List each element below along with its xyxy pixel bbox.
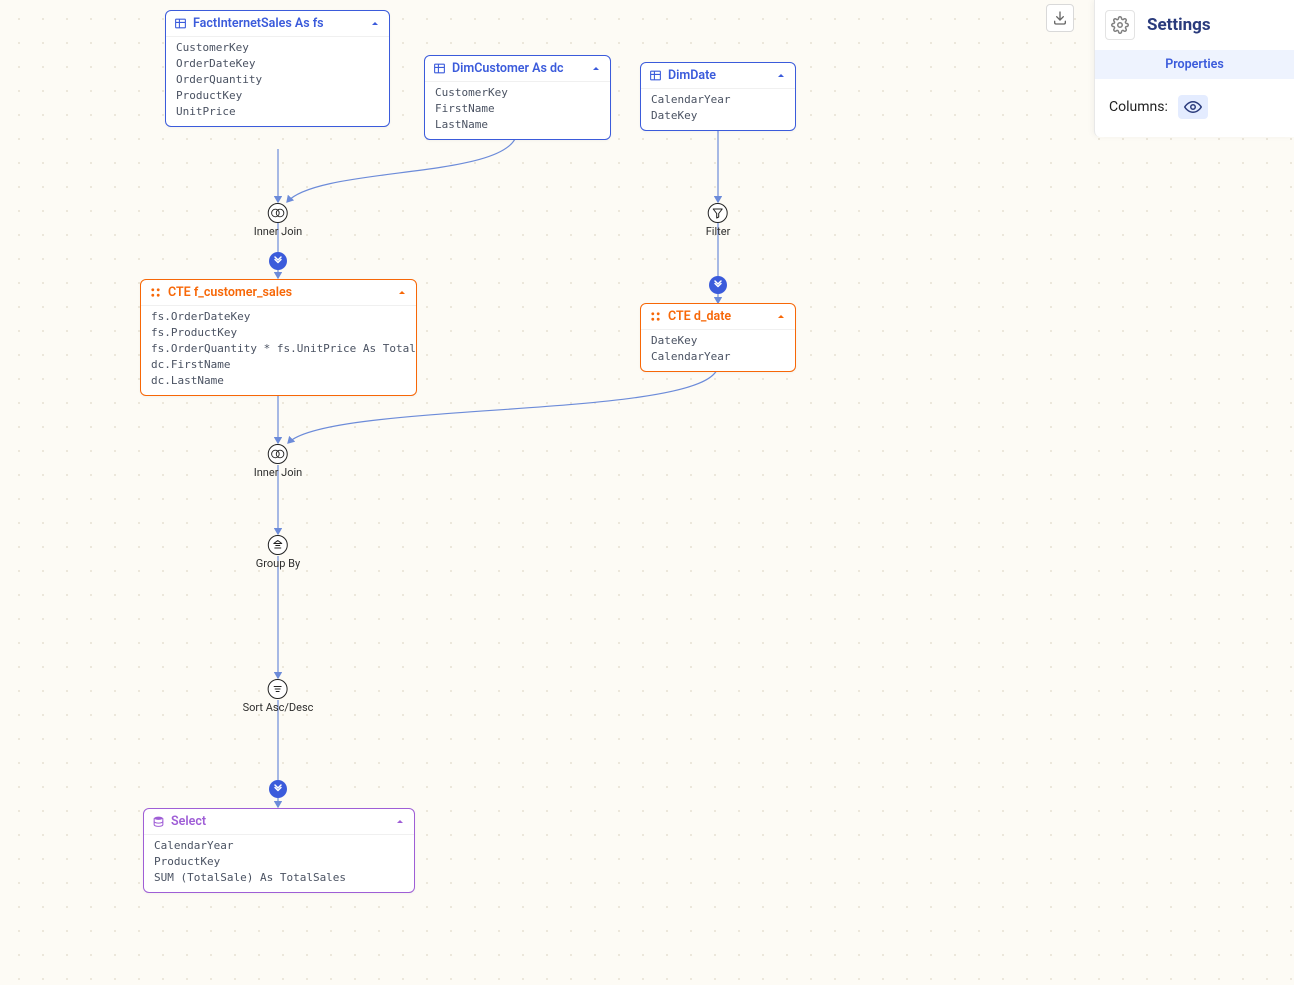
tab-properties[interactable]: Properties	[1095, 50, 1294, 79]
eye-icon	[1184, 98, 1202, 116]
node-title: FactInternetSales As fs	[193, 16, 324, 31]
column-name: CustomerKey	[176, 40, 379, 56]
query-canvas[interactable]: FactInternetSales As fs CustomerKey Orde…	[0, 0, 1294, 985]
flow-marker-icon	[709, 276, 727, 294]
collapse-icon[interactable]	[396, 287, 408, 299]
filter-icon	[712, 207, 724, 219]
node-dim-customer[interactable]: DimCustomer As dc CustomerKey FirstName …	[424, 55, 611, 140]
column-name: ProductKey	[176, 88, 379, 104]
column-name: fs.OrderQuantity * fs.UnitPrice As Total…	[151, 341, 406, 357]
cte-icon	[649, 310, 662, 323]
op-label: Group By	[256, 557, 300, 570]
node-cte-d-date[interactable]: CTE d_date DateKey CalendarYear	[640, 303, 796, 372]
column-name: CalendarYear	[154, 838, 404, 854]
groupby-icon	[272, 539, 284, 551]
download-icon	[1052, 10, 1068, 26]
column-name: dc.LastName	[151, 373, 406, 389]
table-icon	[649, 69, 662, 82]
column-name: OrderQuantity	[176, 72, 379, 88]
cte-icon	[149, 286, 162, 299]
collapse-icon[interactable]	[394, 816, 406, 828]
export-button[interactable]	[1046, 4, 1074, 32]
node-title: DimCustomer As dc	[452, 61, 564, 76]
column-name: LastName	[435, 117, 600, 133]
column-name: CalendarYear	[651, 92, 785, 108]
toggle-columns-visibility[interactable]	[1178, 95, 1208, 119]
collapse-icon[interactable]	[775, 311, 787, 323]
gear-icon	[1111, 16, 1129, 34]
op-label: Filter	[706, 225, 731, 238]
column-name: CalendarYear	[651, 349, 785, 365]
select-icon	[152, 815, 165, 828]
node-title: CTE f_customer_sales	[168, 285, 292, 300]
join-icon	[271, 208, 285, 218]
collapse-icon[interactable]	[590, 63, 602, 75]
node-title: DimDate	[668, 68, 716, 83]
column-name: OrderDateKey	[176, 56, 379, 72]
sort-icon	[272, 683, 284, 695]
join-icon	[271, 449, 285, 459]
column-name: UnitPrice	[176, 104, 379, 120]
node-cte-customer-sales[interactable]: CTE f_customer_sales fs.OrderDateKey fs.…	[140, 279, 417, 396]
node-fact-internet-sales[interactable]: FactInternetSales As fs CustomerKey Orde…	[165, 10, 390, 127]
op-inner-join-2[interactable]: Inner Join	[254, 444, 303, 479]
panel-title: Settings	[1147, 15, 1211, 35]
op-filter[interactable]: Filter	[706, 203, 731, 238]
table-icon	[433, 62, 446, 75]
collapse-icon[interactable]	[369, 18, 381, 30]
column-name: DateKey	[651, 108, 785, 124]
settings-panel: Settings Properties Columns:	[1094, 0, 1294, 137]
collapse-icon[interactable]	[775, 70, 787, 82]
column-name: DateKey	[651, 333, 785, 349]
op-label: Sort Asc/Desc	[243, 701, 314, 714]
column-name: CustomerKey	[435, 85, 600, 101]
node-dim-date[interactable]: DimDate CalendarYear DateKey	[640, 62, 796, 131]
column-name: dc.FirstName	[151, 357, 406, 373]
op-label: Inner Join	[254, 466, 303, 479]
column-name: fs.ProductKey	[151, 325, 406, 341]
op-sort[interactable]: Sort Asc/Desc	[243, 679, 314, 714]
op-label: Inner Join	[254, 225, 303, 238]
node-title: CTE d_date	[668, 309, 731, 324]
node-title: Select	[171, 814, 206, 829]
column-name: fs.OrderDateKey	[151, 309, 406, 325]
node-select[interactable]: Select CalendarYear ProductKey SUM (Tota…	[143, 808, 415, 893]
columns-label: Columns:	[1109, 99, 1168, 115]
table-icon	[174, 17, 187, 30]
settings-button[interactable]	[1105, 10, 1135, 40]
column-name: SUM (TotalSale) As TotalSales	[154, 870, 404, 886]
column-name: FirstName	[435, 101, 600, 117]
op-inner-join-1[interactable]: Inner Join	[254, 203, 303, 238]
column-name: ProductKey	[154, 854, 404, 870]
flow-marker-icon	[269, 252, 287, 270]
op-group-by[interactable]: Group By	[256, 535, 300, 570]
flow-marker-icon	[269, 780, 287, 798]
